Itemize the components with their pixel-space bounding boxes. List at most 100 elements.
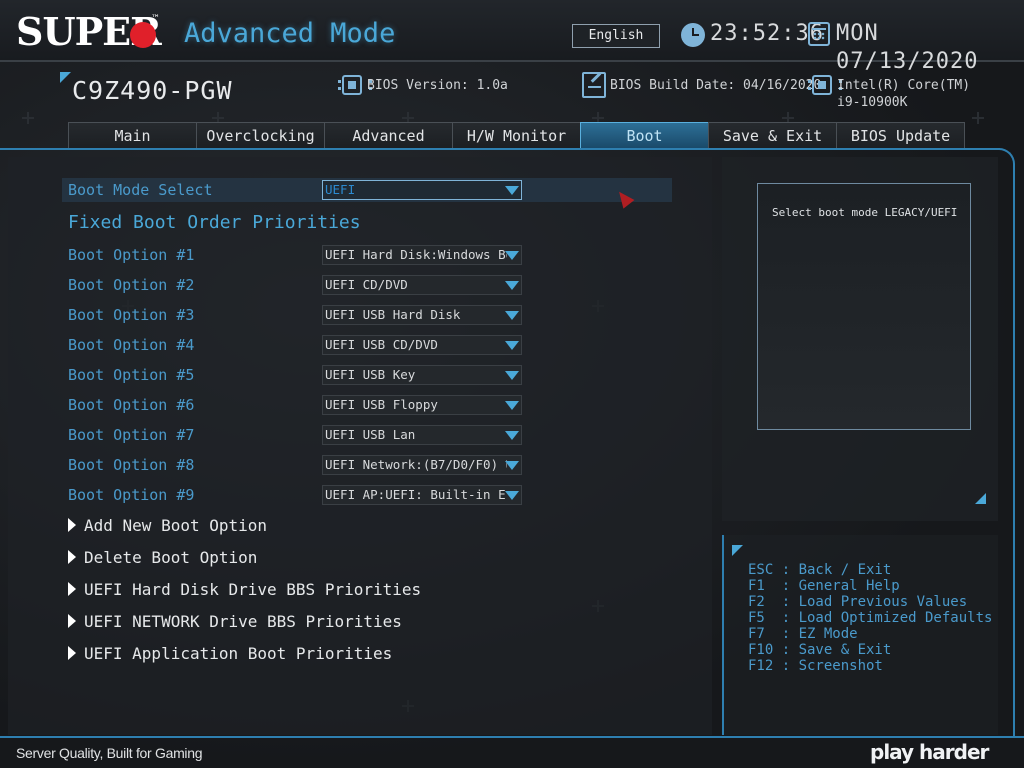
hotkey-esc: ESC : Back / Exit (748, 562, 892, 578)
boot-mode-label: Boot Mode Select (68, 181, 213, 199)
system-date[interactable]: MON 07/13/2020 (836, 20, 1024, 76)
boot-option-value: UEFI USB CD/DVD (325, 337, 438, 352)
submenu-arrow-icon (68, 646, 76, 660)
boot-option-row[interactable]: Boot Option #2 UEFI CD/DVD (62, 273, 672, 297)
boot-option-dropdown[interactable]: UEFI Network:(B7/D0/F0) UEFI (322, 455, 522, 475)
tab-main[interactable]: Main (68, 122, 197, 148)
hotkey-f7: F7 : EZ Mode (748, 626, 858, 642)
footer-line (0, 736, 1024, 738)
dropdown-arrow-icon (505, 461, 519, 470)
submenu-delete-boot-option[interactable]: Delete Boot Option (68, 547, 257, 569)
boot-option-label: Boot Option #3 (68, 306, 195, 324)
boot-option-dropdown[interactable]: UEFI USB Lan (322, 425, 522, 445)
submenu-add-new-boot-option[interactable]: Add New Boot Option (68, 515, 267, 537)
boot-option-row[interactable]: Boot Option #3 UEFI USB Hard Disk (62, 303, 672, 327)
boot-option-value: UEFI USB Key (325, 367, 416, 382)
system-time[interactable]: 23:52:36 (710, 20, 824, 48)
submenu-arrow-icon (68, 582, 76, 596)
dropdown-arrow-icon (505, 251, 519, 260)
hotkey-f2: F2 : Load Previous Values (748, 594, 968, 610)
boot-option-dropdown[interactable]: UEFI Hard Disk:Windows Boot Manager (322, 245, 522, 265)
submenu-arrow-icon (68, 518, 76, 532)
tab-save-exit[interactable]: Save & Exit (708, 122, 837, 148)
background-cross (972, 112, 984, 124)
boot-option-row[interactable]: Boot Option #5 UEFI USB Key (62, 363, 672, 387)
boot-option-label: Boot Option #5 (68, 366, 195, 384)
mode-title: Advanced Mode (184, 18, 396, 49)
boot-mode-dropdown[interactable]: UEFI (322, 180, 522, 200)
corner-triangle-icon (975, 493, 986, 504)
help-box: Select boot mode LEGACY/UEFI (757, 183, 971, 430)
calendar-icon (808, 22, 830, 46)
bios-version: BIOS Version: 1.0a (367, 78, 508, 93)
top-bar: SUPER ™ Advanced Mode English 23:52:36 M… (0, 0, 1024, 74)
tab-bios-update[interactable]: BIOS Update (836, 122, 965, 148)
boot-option-value: UEFI AP:UEFI: Built-in EFI Shell (325, 487, 507, 502)
boot-option-dropdown[interactable]: UEFI AP:UEFI: Built-in EFI Shell (322, 485, 522, 505)
help-text: Select boot mode LEGACY/UEFI (772, 206, 958, 219)
dropdown-arrow-icon (505, 431, 519, 440)
section-title: Fixed Boot Order Priorities (68, 212, 361, 233)
frame-line (0, 148, 1000, 150)
tab-advanced[interactable]: Advanced (324, 122, 453, 148)
boot-option-value: UEFI Network:(B7/D0/F0) UEFI (325, 457, 507, 472)
boot-option-dropdown[interactable]: UEFI USB CD/DVD (322, 335, 522, 355)
submenu-arrow-icon (68, 614, 76, 628)
board-model: C9Z490-PGW (72, 76, 233, 105)
boot-option-row[interactable]: Boot Option #9 UEFI AP:UEFI: Built-in EF… (62, 483, 672, 507)
boot-option-value: UEFI Hard Disk:Windows Boot Manager (325, 247, 507, 262)
boot-option-row[interactable]: Boot Option #6 UEFI USB Floppy (62, 393, 672, 417)
hotkey-f12: F12 : Screenshot (748, 658, 883, 674)
boot-option-label: Boot Option #7 (68, 426, 195, 444)
tab-bar: Main Overclocking Advanced H/W Monitor B… (68, 122, 965, 148)
boot-option-dropdown[interactable]: UEFI USB Floppy (322, 395, 522, 415)
dropdown-arrow-icon (505, 311, 519, 320)
dropdown-arrow-icon (505, 281, 519, 290)
cpu-name-line1: Intel(R) Core(TM) (837, 78, 971, 93)
dropdown-arrow-icon (505, 186, 519, 195)
submenu-arrow-icon (68, 550, 76, 564)
boot-option-dropdown[interactable]: UEFI USB Hard Disk (322, 305, 522, 325)
hotkey-f1: F1 : General Help (748, 578, 900, 594)
corner-triangle-icon (732, 545, 743, 556)
cpu-icon (808, 75, 842, 95)
tab-overclocking[interactable]: Overclocking (196, 122, 325, 148)
background-cross (22, 112, 34, 124)
boot-option-row[interactable]: Boot Option #1 UEFI Hard Disk:Windows Bo… (62, 243, 672, 267)
submenu-network-bbs-priorities[interactable]: UEFI NETWORK Drive BBS Priorities (68, 611, 402, 633)
boot-option-value: UEFI USB Floppy (325, 397, 438, 412)
submenu-application-boot-priorities[interactable]: UEFI Application Boot Priorities (68, 643, 392, 665)
submenu-label: UEFI NETWORK Drive BBS Priorities (84, 612, 402, 631)
logo-red-dot (130, 22, 156, 48)
boot-option-label: Boot Option #8 (68, 456, 195, 474)
boot-mode-row[interactable]: Boot Mode Select UEFI (62, 178, 672, 202)
language-button[interactable]: English (572, 24, 660, 48)
boot-option-row[interactable]: Boot Option #4 UEFI USB CD/DVD (62, 333, 672, 357)
boot-option-dropdown[interactable]: UEFI CD/DVD (322, 275, 522, 295)
corner-triangle-icon (60, 72, 71, 83)
boot-option-label: Boot Option #9 (68, 486, 195, 504)
submenu-hdd-bbs-priorities[interactable]: UEFI Hard Disk Drive BBS Priorities (68, 579, 421, 601)
chip-icon (338, 75, 372, 95)
boot-option-row[interactable]: Boot Option #7 UEFI USB Lan (62, 423, 672, 447)
boot-option-value: UEFI USB Lan (325, 427, 416, 442)
boot-option-label: Boot Option #2 (68, 276, 195, 294)
boot-option-row[interactable]: Boot Option #8 UEFI Network:(B7/D0/F0) U… (62, 453, 672, 477)
boot-mode-value: UEFI (325, 182, 356, 197)
boot-option-label: Boot Option #6 (68, 396, 195, 414)
dropdown-arrow-icon (505, 371, 519, 380)
dropdown-arrow-icon (505, 491, 519, 500)
hotkey-f5: F5 : Load Optimized Defaults (748, 610, 993, 626)
submenu-label: Add New Boot Option (84, 516, 268, 535)
clock-icon (681, 23, 705, 47)
boot-option-dropdown[interactable]: UEFI USB Key (322, 365, 522, 385)
boot-option-label: Boot Option #1 (68, 246, 195, 264)
footer-slogan: Server Quality, Built for Gaming (16, 745, 203, 761)
tab-hw-monitor[interactable]: H/W Monitor (452, 122, 581, 148)
submenu-label: UEFI Hard Disk Drive BBS Priorities (84, 580, 422, 599)
tab-boot[interactable]: Boot (580, 122, 709, 148)
boot-option-value: UEFI CD/DVD (325, 277, 408, 292)
build-date-icon (582, 72, 606, 98)
submenu-label: Delete Boot Option (84, 548, 258, 567)
logo-trademark: ™ (151, 14, 160, 24)
